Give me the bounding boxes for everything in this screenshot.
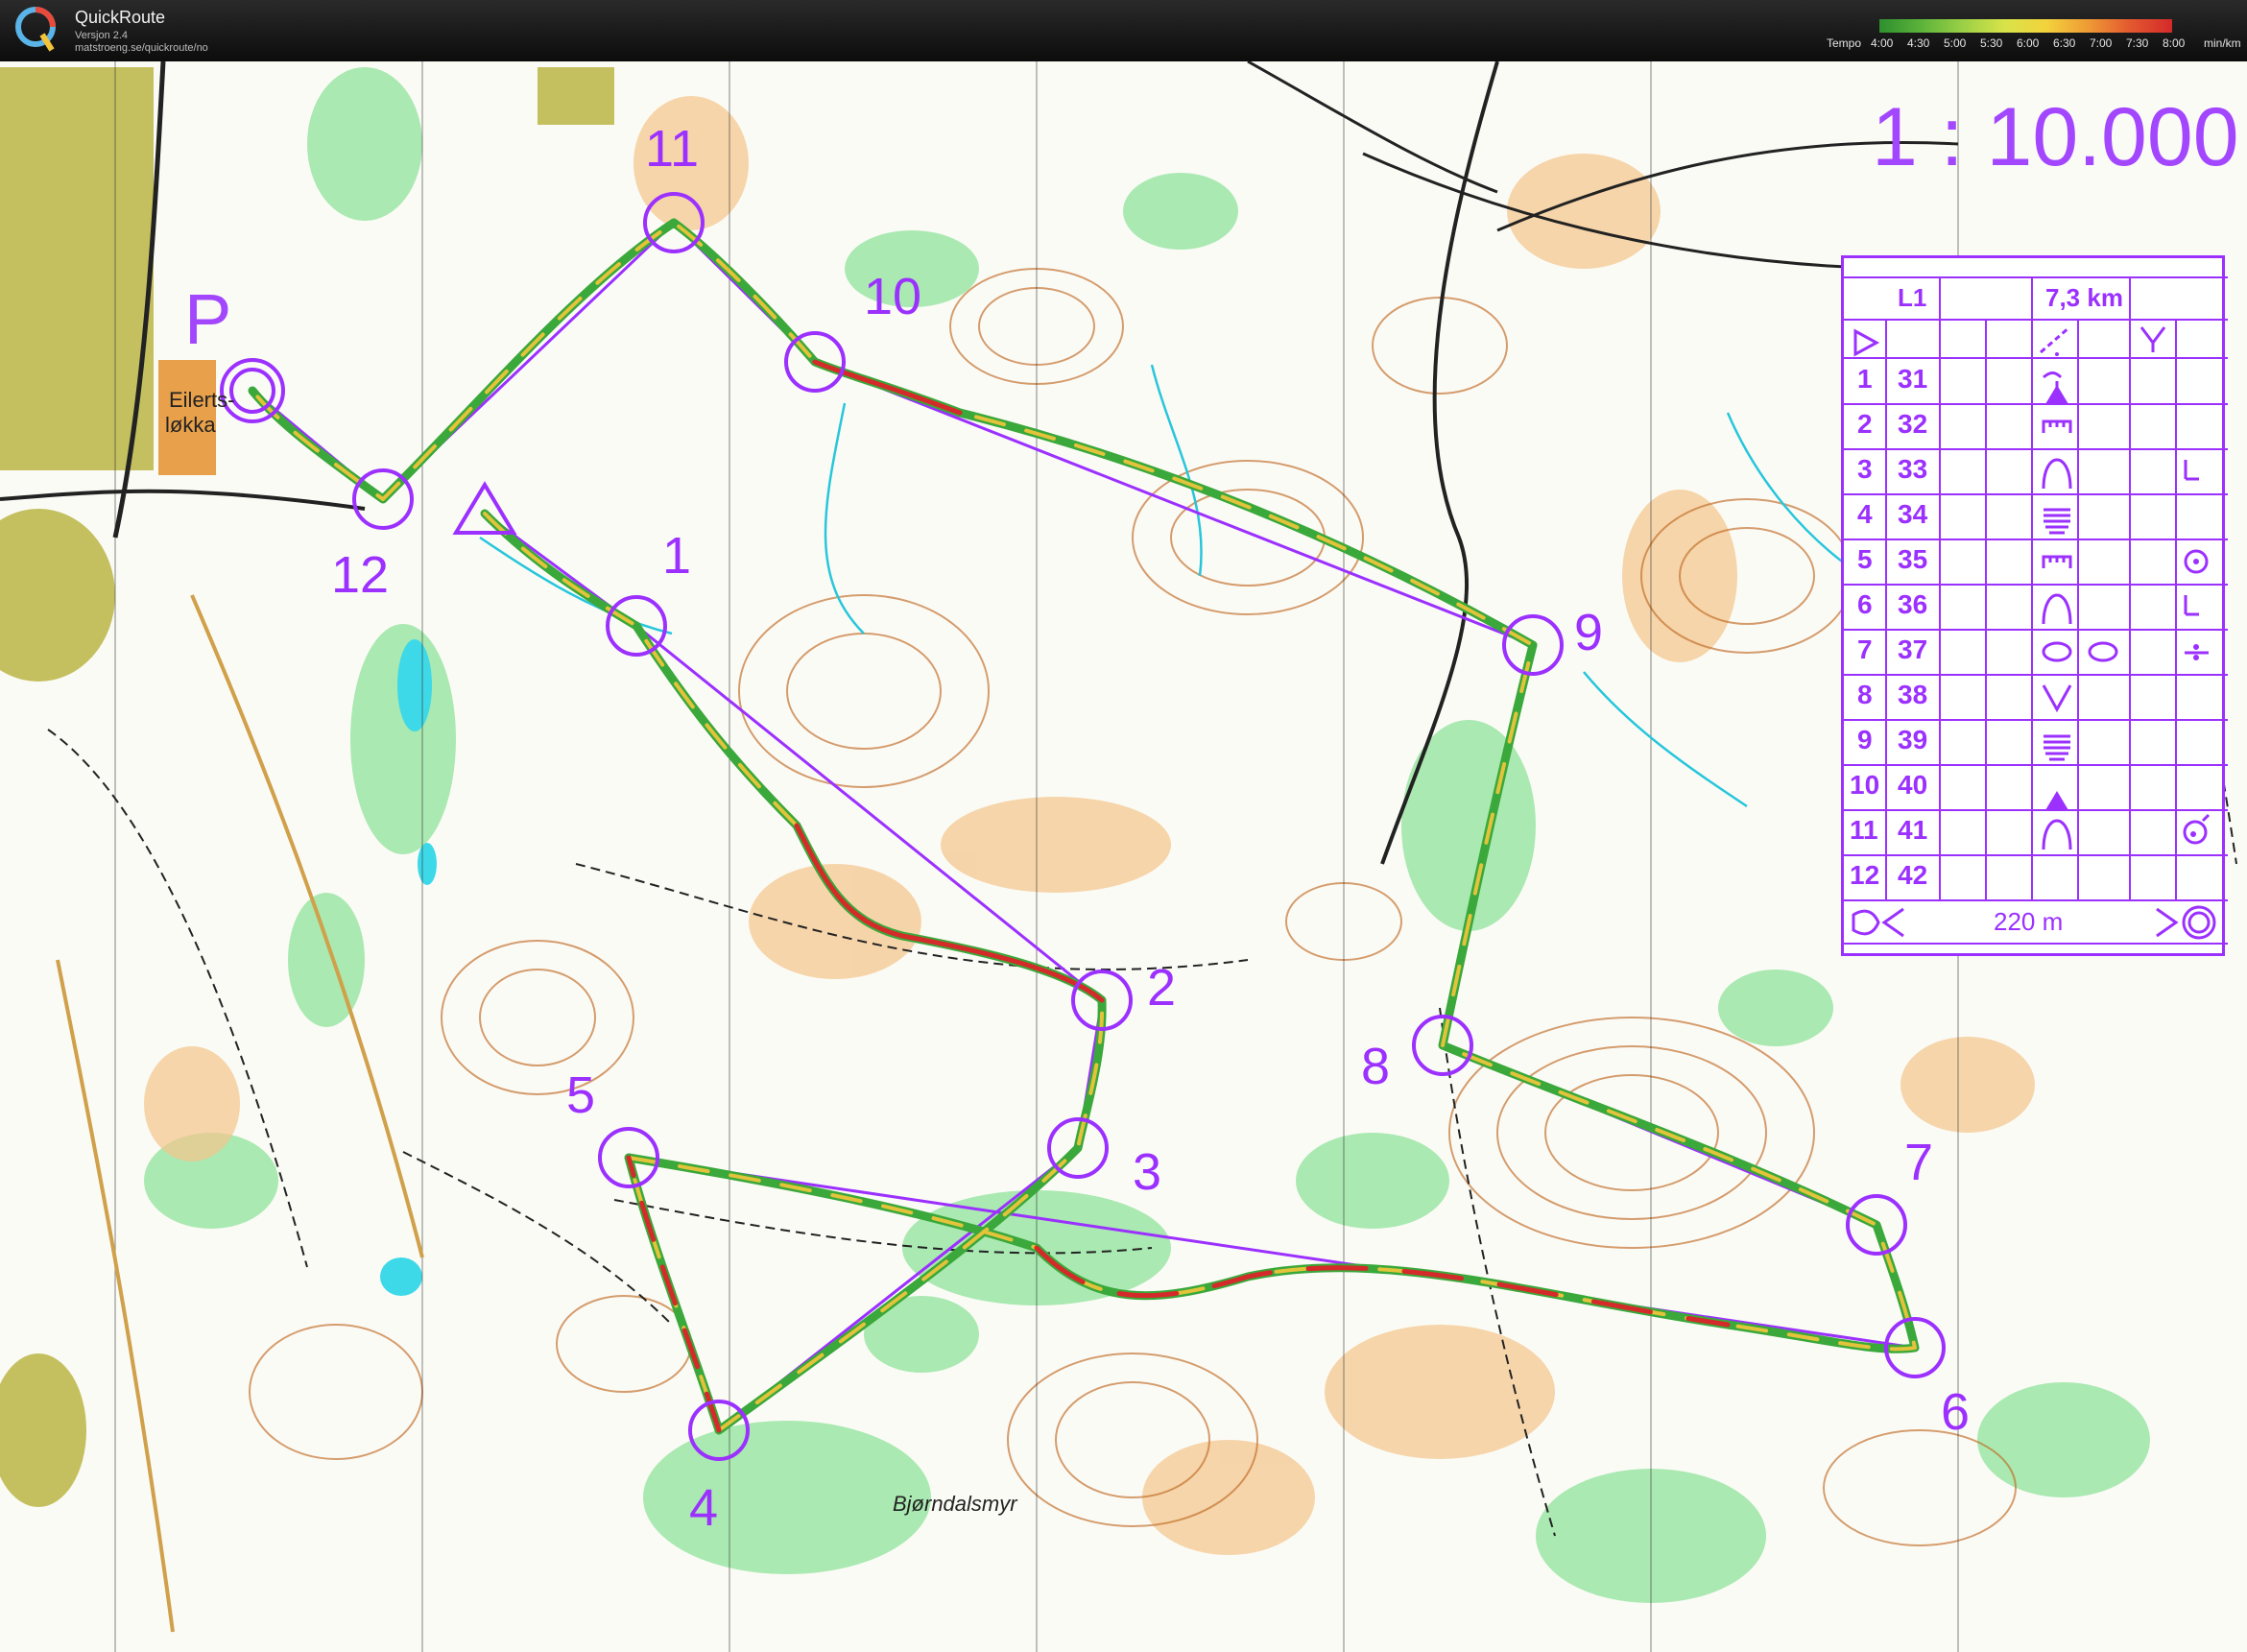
app-url: matstroeng.se/quickroute/no — [75, 42, 208, 54]
control-number-4: 4 — [689, 1479, 719, 1537]
description-control-code: 40 — [1898, 770, 1928, 800]
control-number-3: 3 — [1133, 1143, 1162, 1201]
description-control-code: 42 — [1898, 860, 1928, 890]
tempo-tick: 6:00 — [2017, 36, 2040, 50]
control-description-sheet: L1 7,3 km 220 m 1 31 2 32 3 33 4 34 5 35 6 36 7 37 8 38… — [1841, 255, 2228, 956]
parking-label: P — [184, 279, 232, 359]
description-control-number: 1 — [1857, 364, 1873, 394]
place-label-bjorndalsmyr: Bjørndalsmyr — [893, 1492, 1017, 1516]
description-control-code: 41 — [1898, 815, 1928, 845]
description-control-number: 7 — [1857, 634, 1873, 664]
description-control-code: 36 — [1898, 589, 1928, 619]
description-control-number: 5 — [1857, 544, 1873, 574]
quickroute-logo-icon — [15, 7, 56, 52]
control-number-6: 6 — [1941, 1383, 1971, 1441]
description-control-code: 33 — [1898, 454, 1928, 484]
tempo-tick: 7:00 — [2090, 36, 2113, 50]
app-title: QuickRoute — [75, 8, 166, 27]
description-control-number: 3 — [1857, 454, 1873, 484]
app-version: Versjon 2.4 — [75, 30, 129, 41]
tempo-color-scale — [1879, 19, 2172, 33]
control-number-5: 5 — [566, 1066, 596, 1124]
control-number-2: 2 — [1147, 959, 1177, 1017]
title-bar: QuickRoute Versjon 2.4 matstroeng.se/qui… — [0, 0, 2247, 61]
map-scale: 1 : 10.000 — [1872, 91, 2239, 183]
description-control-number: 11 — [1850, 815, 1878, 845]
control-number-10: 10 — [864, 268, 922, 325]
description-control-number: 10 — [1850, 770, 1880, 800]
tempo-tick: 8:00 — [2163, 36, 2186, 50]
control-number-1: 1 — [662, 527, 692, 585]
finish-distance: 220 m — [1994, 907, 2064, 936]
tempo-tick: 5:30 — [1980, 36, 2003, 50]
control-number-8: 8 — [1361, 1038, 1391, 1095]
description-control-number: 6 — [1857, 589, 1873, 619]
control-number-11: 11 — [645, 120, 700, 178]
description-control-code: 39 — [1898, 725, 1928, 754]
control-number-12: 12 — [331, 546, 390, 604]
description-control-number: 12 — [1850, 860, 1880, 890]
tempo-tick: 5:00 — [1944, 36, 1967, 50]
control-number-9: 9 — [1574, 604, 1604, 661]
description-control-code: 35 — [1898, 544, 1928, 574]
control-number-7: 7 — [1904, 1134, 1934, 1191]
description-control-code: 32 — [1898, 409, 1928, 439]
description-control-code: 38 — [1898, 680, 1928, 709]
place-label-eilertslokka-2: løkka — [165, 413, 216, 437]
tempo-tick: 6:30 — [2053, 36, 2076, 50]
description-control-code: 37 — [1898, 634, 1928, 664]
course-name: L1 — [1898, 283, 1927, 312]
description-control-number: 2 — [1857, 409, 1873, 439]
description-control-number: 4 — [1857, 499, 1873, 529]
tempo-tick: 4:00 — [1871, 36, 1894, 50]
tempo-tick: 4:30 — [1907, 36, 1930, 50]
tempo-tick: 7:30 — [2126, 36, 2149, 50]
tempo-legend-label: Tempo — [1827, 36, 1862, 50]
tempo-unit: min/km — [2204, 36, 2241, 50]
description-control-code: 31 — [1898, 364, 1928, 394]
description-control-code: 34 — [1898, 499, 1928, 529]
course-length: 7,3 km — [2045, 283, 2123, 312]
description-control-number: 9 — [1857, 725, 1873, 754]
place-label-eilertslokka: Eilerts- — [169, 388, 235, 412]
description-control-number: 8 — [1857, 680, 1873, 709]
